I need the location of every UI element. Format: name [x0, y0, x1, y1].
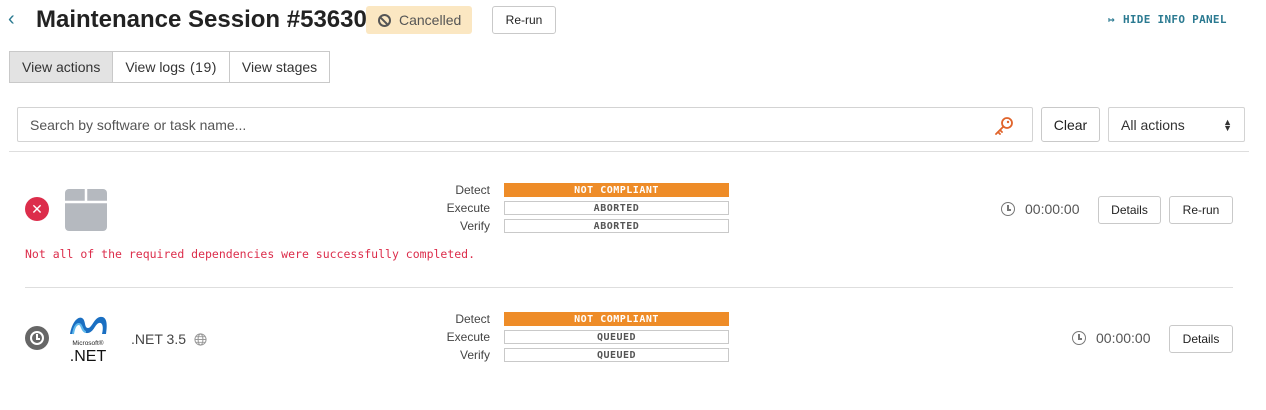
stage-label-execute: Execute — [446, 330, 490, 344]
action-filter-value: All actions — [1121, 116, 1185, 133]
logo-text-microsoft: Microsoft® — [72, 339, 103, 347]
status-badge-label: Cancelled — [399, 12, 462, 28]
logo-text-net: .NET — [70, 348, 107, 364]
stage-label-verify: Verify — [459, 219, 490, 233]
stage-bars: NOT COMPLIANT QUEUED QUEUED — [504, 312, 729, 366]
stage-label-detect: Detect — [455, 312, 490, 326]
tab-view-stages[interactable]: View stages — [229, 52, 330, 82]
duration-value: 00:00:00 — [1096, 330, 1151, 346]
stage-bar-verify: QUEUED — [504, 348, 729, 362]
ban-icon — [378, 13, 391, 27]
stage-labels: Detect Execute Verify — [430, 310, 490, 364]
hide-info-panel-label: HIDE INFO PANEL — [1122, 13, 1227, 26]
stage-bar-execute: ABORTED — [504, 201, 729, 215]
software-name-redacted — [123, 200, 355, 218]
view-tabs: View actions View logs (19) View stages — [9, 51, 331, 83]
failed-x-icon: ✕ — [25, 197, 49, 221]
error-message: Not all of the required dependencies wer… — [25, 247, 476, 261]
stage-bar-detect: NOT COMPLIANT — [504, 183, 729, 197]
stage-bars: NOT COMPLIANT ABORTED ABORTED — [504, 183, 729, 237]
rerun-action-button[interactable]: Re-run — [1169, 196, 1233, 224]
header: ‹ Maintenance Session #53630 Cancelled R… — [0, 0, 1266, 44]
panel-collapse-icon: ↦ — [1108, 13, 1115, 26]
stage-label-detect: Detect — [455, 183, 490, 197]
search-box — [17, 107, 1033, 142]
action-filter-select[interactable]: All actions ▲ ▼ — [1108, 107, 1245, 142]
status-badge: Cancelled — [366, 6, 472, 34]
stage-label-verify: Verify — [459, 348, 490, 362]
clock-icon — [30, 331, 44, 345]
tab-label: View stages — [241, 59, 318, 75]
page-title: Maintenance Session #53630 — [36, 6, 367, 33]
tab-label: View logs — [125, 59, 186, 75]
clock-icon — [1001, 202, 1015, 216]
hide-info-panel-button[interactable]: ↦ HIDE INFO PANEL — [1108, 13, 1227, 26]
divider — [9, 151, 1249, 152]
divider — [25, 287, 1233, 288]
chevron-left-icon[interactable]: ‹ — [8, 9, 15, 29]
tab-view-actions[interactable]: View actions — [10, 52, 114, 82]
stage-bar-execute: QUEUED — [504, 330, 729, 344]
microsoft-net-logo: Microsoft® .NET — [70, 316, 107, 364]
globe-icon — [194, 332, 207, 346]
action-duration: 00:00:00 — [1072, 330, 1151, 346]
software-name: .NET 3.5 — [131, 331, 207, 347]
tab-view-logs[interactable]: View logs (19) — [113, 52, 230, 82]
duration-value: 00:00:00 — [1025, 201, 1080, 217]
key-icon[interactable] — [993, 115, 1015, 137]
sort-updown-icon: ▲ ▼ — [1223, 117, 1232, 133]
stage-bar-verify: ABORTED — [504, 219, 729, 233]
queued-clock-icon — [25, 326, 49, 350]
search-input[interactable] — [18, 108, 978, 141]
stage-labels: Detect Execute Verify — [430, 181, 490, 235]
clock-icon — [1072, 331, 1086, 345]
package-icon — [65, 189, 107, 231]
details-button[interactable]: Details — [1098, 196, 1161, 224]
action-duration: 00:00:00 — [1001, 201, 1080, 217]
rerun-session-button[interactable]: Re-run — [492, 6, 556, 34]
stage-bar-detect: NOT COMPLIANT — [504, 312, 729, 326]
tab-label: View actions — [22, 59, 101, 75]
details-button[interactable]: Details — [1169, 325, 1233, 353]
stage-label-execute: Execute — [446, 201, 490, 215]
software-name-label: .NET 3.5 — [131, 331, 186, 347]
tab-count: (19) — [190, 59, 217, 75]
clear-button[interactable]: Clear — [1041, 107, 1100, 142]
